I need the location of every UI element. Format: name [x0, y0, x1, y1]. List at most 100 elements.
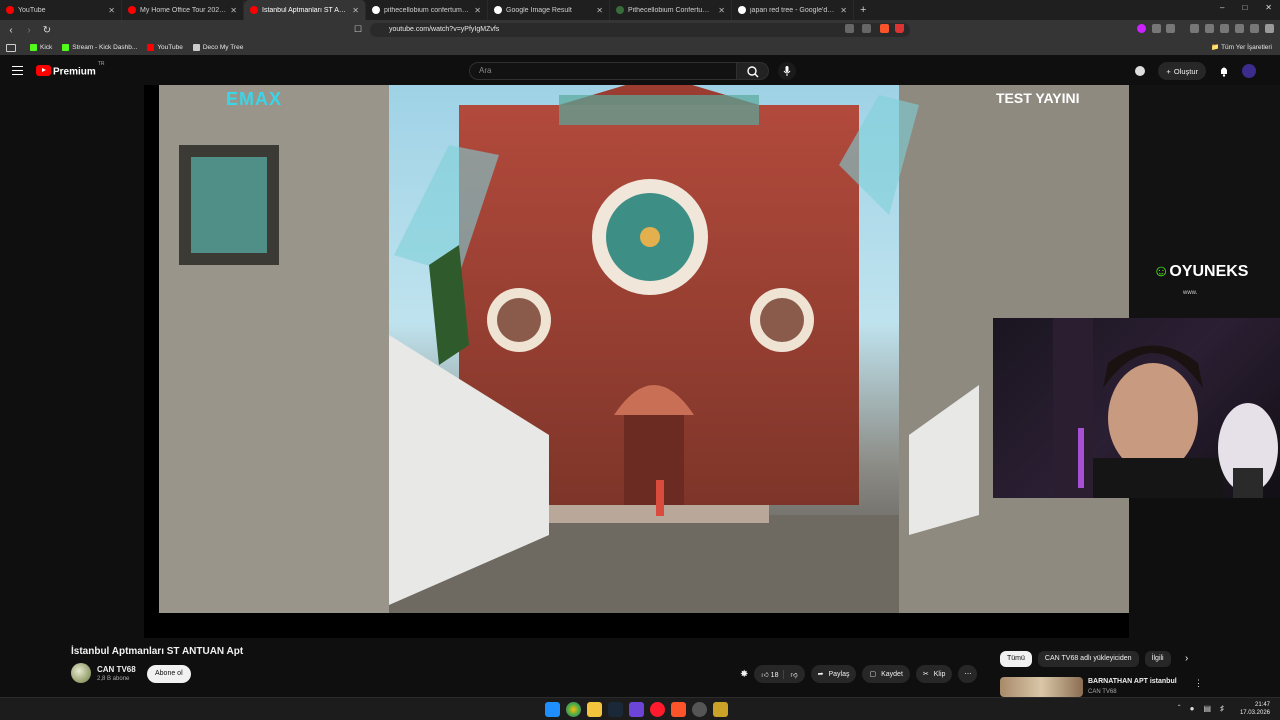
explorer-icon[interactable] — [587, 702, 602, 717]
chevron-right-icon[interactable]: › — [1185, 653, 1188, 664]
sidebar-icon[interactable] — [1205, 24, 1214, 33]
new-tab-button[interactable]: + — [860, 4, 866, 16]
leo-icon[interactable] — [1235, 24, 1244, 33]
clock[interactable]: 21:47 17.03.2026 — [1240, 701, 1270, 717]
recommendation-channel[interactable]: CAN TV68 — [1088, 689, 1117, 695]
forward-icon[interactable]: › — [22, 25, 36, 36]
bookmark-item[interactable]: Deco My Tree — [192, 44, 243, 51]
bookmark-icon[interactable]: ☐ — [354, 24, 362, 35]
brave-icon[interactable] — [671, 702, 686, 717]
search-icon — [747, 66, 759, 78]
close-window-button[interactable]: ✕ — [1265, 3, 1272, 12]
extension-icon[interactable] — [1152, 24, 1161, 33]
video-player[interactable]: EMAX TEST YAYINI — [144, 85, 1129, 638]
video-scene — [159, 85, 1129, 613]
all-bookmarks-label: Tüm Yer İşaretleri — [1221, 44, 1272, 51]
back-icon[interactable]: ‹ — [4, 25, 18, 36]
obs-icon[interactable] — [692, 702, 707, 717]
brave-shield-icon[interactable] — [880, 24, 889, 33]
youtube-header: PremiumTR Ara + Oluştur — [0, 57, 1280, 85]
close-tab-icon[interactable]: ✕ — [352, 6, 359, 15]
menu-icon[interactable] — [12, 66, 23, 75]
brave-rewards-icon[interactable] — [895, 24, 904, 33]
browser-tab[interactable]: japan red tree - Google'da Ara ✕ — [732, 0, 854, 20]
vpn-icon[interactable] — [1250, 24, 1259, 33]
close-tab-icon[interactable]: ✕ — [108, 6, 115, 15]
network-icon[interactable]: ▤ — [1203, 704, 1211, 713]
install-icon[interactable] — [845, 24, 854, 33]
tab-favicon-icon — [372, 6, 380, 14]
video-frame[interactable]: EMAX TEST YAYINI — [159, 85, 1129, 613]
more-vert-icon[interactable]: ⋮ — [1194, 678, 1203, 689]
notifications-bell-icon[interactable] — [1218, 65, 1230, 77]
like-button[interactable]: 👍︎ 18 — [761, 670, 778, 679]
close-tab-icon[interactable]: ✕ — [840, 6, 847, 15]
webcam-overlay — [993, 318, 1280, 498]
filter-chips: Tümü CAN TV68 adlı yükleyiciden İlgili — [1000, 651, 1171, 667]
create-button[interactable]: + Oluştur — [1158, 62, 1206, 80]
maximize-button[interactable]: □ — [1242, 3, 1247, 12]
browser-tab[interactable]: Google Image Result ✕ — [488, 0, 610, 20]
subscribe-button[interactable]: Abone ol — [147, 665, 191, 683]
menu-icon[interactable] — [1265, 24, 1274, 33]
steam-icon[interactable] — [608, 702, 623, 717]
wallet-icon[interactable] — [1220, 24, 1229, 33]
browser-tab-bar: YouTube✕My Home Office Tour 2025 | Conte… — [0, 0, 1280, 20]
channel-name[interactable]: CAN TV68 — [97, 665, 136, 674]
close-tab-icon[interactable]: ✕ — [230, 6, 237, 15]
scissors-icon: ✂ — [922, 671, 929, 678]
browser-tab[interactable]: My Home Office Tour 2025 | Content... ✕ — [122, 0, 244, 20]
url-field[interactable]: youtube.com/watch?v=yPfyIgMZvfs — [370, 23, 910, 37]
apps-icon[interactable] — [6, 43, 16, 52]
browser-tab[interactable]: pithecellobium confertum - Google... ✕ — [366, 0, 488, 20]
ai-icon[interactable]: ✸ — [740, 669, 748, 680]
voice-search-button[interactable] — [778, 62, 796, 80]
share-page-icon[interactable] — [862, 24, 871, 33]
brand-text: Premium — [53, 66, 96, 78]
all-bookmarks[interactable]: 📁 Tüm Yer İşaretleri — [1211, 43, 1272, 51]
mic-tray-icon[interactable]: ● — [1190, 704, 1195, 713]
bookmark-item[interactable]: Kick — [30, 44, 52, 51]
dislike-button[interactable]: 👎︎ — [783, 669, 798, 679]
close-tab-icon[interactable]: ✕ — [718, 6, 725, 15]
volume-icon[interactable]: ♯ — [1220, 704, 1224, 713]
filter-chip[interactable]: Tümü — [1000, 651, 1032, 667]
close-tab-icon[interactable]: ✕ — [596, 6, 603, 15]
browser-tab[interactable]: İstanbul Aptmanları ST ANTUA...✕ — [244, 0, 366, 20]
filter-chip[interactable]: İlgili — [1144, 651, 1171, 667]
bookmark-label: YouTube — [157, 44, 183, 51]
search-input[interactable]: Ara — [469, 62, 737, 80]
clip-button[interactable]: ✂ Klip — [915, 665, 953, 683]
gaming-icon[interactable] — [1134, 65, 1146, 77]
app-icon[interactable] — [713, 702, 728, 717]
thumbs-down-icon: 👎︎ — [790, 671, 798, 679]
browser-tab[interactable]: YouTube ✕ — [0, 0, 122, 20]
recommendation-thumbnail[interactable] — [1000, 677, 1083, 697]
media-icon[interactable] — [1190, 24, 1199, 33]
chevron-up-icon[interactable]: ˆ — [1178, 704, 1181, 713]
save-button[interactable]: ▢ Kaydet — [862, 665, 910, 683]
video-actions: ✸ 👍︎ 18 👎︎ ➦ Paylaş ▢ Kaydet ✂ Klip ⋯ — [740, 665, 978, 683]
bookmark-item[interactable]: Stream - Kick Dashb... — [62, 44, 137, 51]
start-icon[interactable] — [545, 702, 560, 717]
filter-chip[interactable]: CAN TV68 adlı yükleyiciden — [1037, 651, 1139, 667]
brand-label: PremiumTR — [53, 61, 104, 78]
extension-icon[interactable] — [1166, 24, 1175, 33]
search-button[interactable] — [737, 62, 769, 80]
close-tab-icon[interactable]: ✕ — [474, 6, 481, 15]
chrome-icon[interactable] — [566, 702, 581, 717]
bookmark-item[interactable]: YouTube — [147, 44, 183, 51]
channel-avatar[interactable] — [71, 663, 91, 683]
like-dislike-group: 👍︎ 18 👎︎ — [754, 665, 805, 683]
opera-icon[interactable] — [650, 702, 665, 717]
discord-icon[interactable] — [629, 702, 644, 717]
avatar[interactable] — [1242, 64, 1256, 78]
more-actions-button[interactable]: ⋯ — [958, 665, 978, 683]
youtube-logo-icon[interactable] — [36, 65, 51, 76]
minimize-button[interactable]: – — [1220, 3, 1224, 12]
recommendation-title[interactable]: BARNATHAN APT istanbul — [1088, 678, 1177, 685]
share-button[interactable]: ➦ Paylaş — [810, 665, 857, 683]
reload-icon[interactable]: ↻ — [40, 25, 54, 36]
browser-tab[interactable]: Pithecellobium Confertum 'Everfresh'... ✕ — [610, 0, 732, 20]
extension-icon[interactable] — [1137, 24, 1146, 33]
